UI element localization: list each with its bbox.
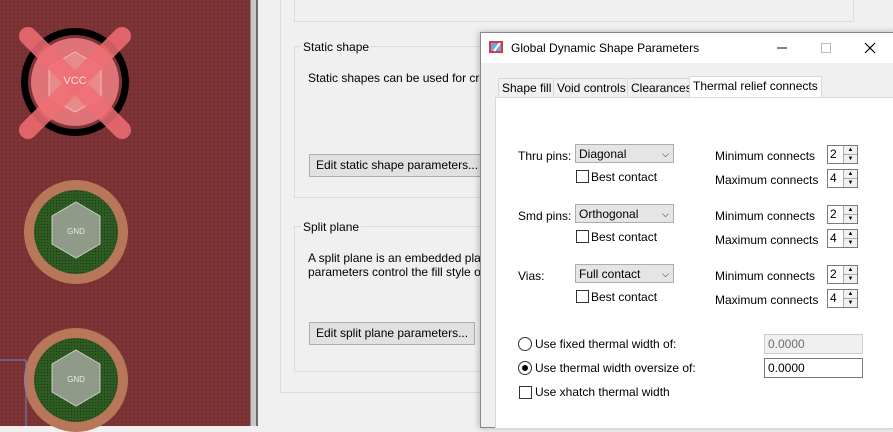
smd-pins-max-connects-label: Maximum connects bbox=[715, 233, 819, 247]
dialog-title: Global Dynamic Shape Parameters bbox=[511, 41, 700, 55]
vias-max-connects-spinner[interactable]: 4 ▲ ▼ bbox=[827, 289, 858, 308]
spin-down-icon[interactable]: ▼ bbox=[843, 215, 857, 223]
static-shape-title: Static shape bbox=[301, 40, 372, 54]
spin-up-icon[interactable]: ▲ bbox=[843, 230, 857, 239]
vias-max-connects-value: 4 bbox=[830, 291, 837, 305]
vias-label: Vias: bbox=[518, 269, 545, 283]
spin-down-icon[interactable]: ▼ bbox=[843, 299, 857, 307]
thru-pins-best-contact-label: Best contact bbox=[591, 170, 658, 184]
vias-min-connects-value: 2 bbox=[830, 267, 837, 281]
smd-pins-selected: Orthogonal bbox=[579, 207, 639, 221]
chevron-down-icon: ⌵ bbox=[662, 209, 669, 219]
smd-pins-max-connects-spinner[interactable]: 4 ▲ ▼ bbox=[827, 229, 858, 248]
thru-pins-label: Thru pins: bbox=[518, 149, 572, 163]
thermal-relief-tab-panel: Thru pins: Diagonal ⌵ Best contact Minim… bbox=[495, 97, 893, 429]
trace-line bbox=[0, 359, 27, 426]
minimize-icon[interactable] bbox=[760, 33, 804, 63]
thru-pins-selected: Diagonal bbox=[579, 147, 627, 161]
gnd-pad-2[interactable]: GND bbox=[24, 328, 128, 432]
tab-thermal-relief-connects[interactable]: Thermal relief connects bbox=[689, 76, 822, 99]
smd-pins-max-connects-value: 4 bbox=[830, 231, 837, 245]
vcc-pad[interactable]: VCC bbox=[14, 24, 136, 146]
split-plane-description-2: parameters control the fill style of sha bbox=[308, 265, 507, 279]
thru-pins-min-connects-spinner[interactable]: 2 ▲ ▼ bbox=[827, 145, 858, 164]
outer-groupbox bbox=[280, 0, 281, 393]
vias-best-contact-checkbox[interactable] bbox=[576, 290, 589, 303]
spin-up-icon[interactable]: ▲ bbox=[843, 266, 857, 275]
fixed-thermal-width-input[interactable]: 0.0000 bbox=[764, 334, 863, 354]
spin-up-icon[interactable]: ▲ bbox=[843, 170, 857, 179]
edit-static-shape-button[interactable]: Edit static shape parameters... bbox=[309, 154, 486, 177]
xhatch-thermal-width-label: Use xhatch thermal width bbox=[535, 385, 670, 399]
edit-split-plane-button[interactable]: Edit split plane parameters... bbox=[309, 322, 476, 345]
split-plane-title: Split plane bbox=[301, 220, 362, 234]
smd-pins-label: Smd pins: bbox=[518, 209, 572, 223]
dialog-titlebar[interactable]: Global Dynamic Shape Parameters bbox=[481, 33, 893, 63]
spin-up-icon[interactable]: ▲ bbox=[843, 290, 857, 299]
tab-clearances[interactable]: Clearances bbox=[627, 78, 696, 99]
app-icon bbox=[489, 41, 503, 53]
smd-pins-min-connects-label: Minimum connects bbox=[715, 209, 816, 223]
thermal-width-oversize-label: Use thermal width oversize of: bbox=[535, 361, 696, 375]
thru-pins-max-connects-spinner[interactable]: 4 ▲ ▼ bbox=[827, 169, 858, 188]
spin-down-icon[interactable]: ▼ bbox=[843, 239, 857, 247]
smd-pins-select[interactable]: Orthogonal ⌵ bbox=[575, 204, 674, 223]
thru-pins-best-contact-checkbox[interactable] bbox=[576, 170, 589, 183]
tab-shape-fill[interactable]: Shape fill bbox=[498, 78, 556, 99]
pcb-canvas[interactable]: VCC GND GND bbox=[0, 0, 250, 432]
chevron-down-icon: ⌵ bbox=[662, 269, 669, 279]
vias-min-connects-label: Minimum connects bbox=[715, 269, 816, 283]
fixed-thermal-width-radio[interactable] bbox=[518, 337, 532, 351]
vias-selected: Full contact bbox=[579, 267, 641, 281]
smd-pins-best-contact-checkbox[interactable] bbox=[576, 230, 589, 243]
spin-up-icon[interactable]: ▲ bbox=[843, 146, 857, 155]
maximize-icon[interactable] bbox=[804, 33, 848, 63]
chevron-down-icon: ⌵ bbox=[662, 149, 669, 159]
thru-pins-select[interactable]: Diagonal ⌵ bbox=[575, 144, 674, 163]
vias-best-contact-label: Best contact bbox=[591, 290, 658, 304]
thermal-width-oversize-input[interactable]: 0.0000 bbox=[764, 358, 863, 378]
vias-min-connects-spinner[interactable]: 2 ▲ ▼ bbox=[827, 265, 858, 284]
global-dynamic-shape-parameters-dialog: Global Dynamic Shape Parameters Shape fi… bbox=[480, 32, 893, 429]
vcc-pad-label: VCC bbox=[63, 75, 87, 87]
split-plane-description-1: A split plane is an embedded plane w bbox=[308, 251, 507, 265]
xhatch-thermal-width-checkbox[interactable] bbox=[519, 386, 532, 399]
gnd-pad-label: GND bbox=[67, 375, 85, 384]
tab-void-controls[interactable]: Void controls bbox=[553, 78, 630, 99]
spin-up-icon[interactable]: ▲ bbox=[843, 206, 857, 215]
thru-pins-max-connects-label: Maximum connects bbox=[715, 173, 819, 187]
thermal-width-oversize-radio[interactable] bbox=[518, 361, 532, 375]
top-groupbox bbox=[294, 0, 854, 22]
radio-selected-dot bbox=[522, 365, 528, 371]
fixed-thermal-width-label: Use fixed thermal width of: bbox=[535, 337, 677, 351]
gnd-pad-label: GND bbox=[67, 227, 85, 236]
smd-pins-best-contact-label: Best contact bbox=[591, 230, 658, 244]
spin-down-icon[interactable]: ▼ bbox=[843, 155, 857, 163]
thru-pins-min-connects-value: 2 bbox=[830, 147, 837, 161]
thru-pins-min-connects-label: Minimum connects bbox=[715, 149, 816, 163]
outer-groupbox-bottom bbox=[280, 392, 480, 393]
smd-pins-min-connects-spinner[interactable]: 2 ▲ ▼ bbox=[827, 205, 858, 224]
gnd-pad-1[interactable]: GND bbox=[24, 180, 128, 284]
thru-pins-max-connects-value: 4 bbox=[830, 171, 837, 185]
vias-max-connects-label: Maximum connects bbox=[715, 293, 819, 307]
spin-down-icon[interactable]: ▼ bbox=[843, 179, 857, 187]
vias-select[interactable]: Full contact ⌵ bbox=[575, 264, 674, 283]
smd-pins-min-connects-value: 2 bbox=[830, 207, 837, 221]
static-shape-description: Static shapes can be used for critica bbox=[308, 71, 501, 85]
close-icon[interactable] bbox=[848, 33, 892, 63]
spin-down-icon[interactable]: ▼ bbox=[843, 275, 857, 283]
